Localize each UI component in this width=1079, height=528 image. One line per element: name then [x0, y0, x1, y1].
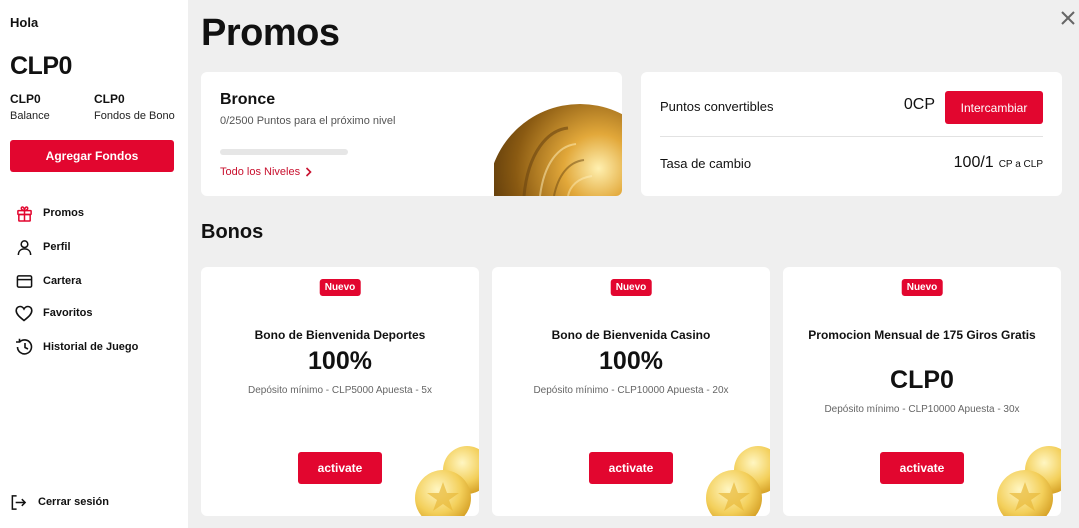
convertible-points-label: Puntos convertibles	[660, 99, 774, 114]
exchange-button[interactable]: Intercambiar	[945, 91, 1043, 124]
user-icon	[14, 237, 34, 257]
sidebar-item-historial[interactable]: Historial de Juego	[14, 337, 138, 357]
tier-card: Bronce 0/2500 Puntos para el próximo niv…	[201, 72, 622, 196]
gold-coins-image	[995, 444, 1061, 516]
sidebar-item-label: Cartera	[43, 275, 82, 287]
new-badge: Nuevo	[319, 279, 361, 296]
gold-coins-image	[704, 444, 770, 516]
bonus-terms: Depósito mínimo - CLP10000 Apuesta - 20x	[533, 385, 729, 396]
activate-button[interactable]: activate	[298, 452, 382, 484]
bonus-title: Bono de Bienvenida Deportes	[254, 328, 426, 342]
chevron-right-icon	[305, 167, 312, 177]
close-icon	[1060, 10, 1076, 31]
points-card: Puntos convertibles 0CP Intercambiar Tas…	[641, 72, 1062, 196]
new-badge: Nuevo	[610, 279, 652, 296]
greeting: Hola	[10, 15, 39, 30]
bonus-funds-value: CLP0	[94, 92, 125, 106]
bonus-title: Bono de Bienvenida Casino	[551, 328, 711, 342]
sidebar-item-favoritos[interactable]: Favoritos	[14, 303, 93, 323]
sidebar-item-label: Favoritos	[43, 307, 93, 319]
balance-value: CLP0	[10, 92, 41, 106]
divider	[660, 136, 1043, 137]
activate-button[interactable]: activate	[880, 452, 964, 484]
tier-progress-bar	[220, 149, 348, 155]
activate-button[interactable]: activate	[589, 452, 673, 484]
exchange-rate-number: 100/1	[953, 154, 994, 171]
bonuses-title: Bonos	[201, 221, 264, 243]
exchange-rate-label: Tasa de cambio	[660, 156, 752, 171]
gold-coins-image	[413, 444, 479, 516]
bonus-amount: 100%	[308, 347, 372, 375]
total-balance: CLP0	[10, 52, 72, 80]
exchange-rate-unit: CP a CLP	[998, 159, 1043, 170]
bonus-card: Nuevo Bono de Bienvenida Deportes 100% D…	[201, 267, 479, 516]
sidebar-item-label: Historial de Juego	[43, 341, 139, 353]
bonus-amount: 100%	[599, 347, 663, 375]
bonus-card: Nuevo Bono de Bienvenida Casino 100% Dep…	[492, 267, 770, 516]
exchange-rate-value: 100/1 CP a CLP	[954, 154, 1043, 172]
new-badge: Nuevo	[901, 279, 943, 296]
close-button[interactable]	[1058, 10, 1078, 30]
tier-points-progress-text: 0/2500 Puntos para el próximo nivel	[220, 115, 396, 127]
history-icon	[14, 337, 34, 357]
balance-label: Balance	[10, 110, 50, 122]
add-funds-button[interactable]: Agregar Fondos	[10, 140, 174, 172]
sidebar-item-cartera[interactable]: Cartera	[14, 271, 82, 291]
bronze-coin-image	[488, 100, 622, 196]
logout-icon	[8, 492, 28, 512]
bonus-terms: Depósito mínimo - CLP10000 Apuesta - 30x	[824, 404, 1020, 415]
balance-block: CLP0 Balance	[10, 92, 50, 122]
sidebar: Hola CLP0 CLP0 Balance CLP0 Fondos de Bo…	[0, 0, 188, 528]
page-title: Promos	[201, 12, 340, 54]
sidebar-item-perfil[interactable]: Perfil	[14, 237, 71, 257]
sidebar-item-label: Promos	[43, 207, 84, 219]
bonus-title: Promocion Mensual de 175 Giros Gratis	[808, 328, 1036, 342]
all-levels-label: Todo los Niveles	[220, 166, 301, 178]
gift-icon	[14, 203, 34, 223]
logout-label: Cerrar sesión	[38, 496, 109, 508]
bonus-terms: Depósito mínimo - CLP5000 Apuesta - 5x	[248, 385, 432, 396]
heart-icon	[14, 303, 34, 323]
sidebar-item-label: Perfil	[43, 241, 71, 253]
convertible-points-value: 0CP	[903, 96, 935, 113]
wallet-icon	[14, 271, 34, 291]
sidebar-item-promos[interactable]: Promos	[14, 203, 84, 223]
tier-name: Bronce	[220, 91, 276, 108]
bonus-amount: CLP0	[890, 366, 954, 394]
bonus-card: Nuevo Promocion Mensual de 175 Giros Gra…	[783, 267, 1061, 516]
bonus-funds-label: Fondos de Bono	[94, 110, 175, 122]
all-levels-link[interactable]: Todo los Niveles	[220, 166, 312, 178]
bonus-funds-block: CLP0 Fondos de Bono	[94, 92, 175, 122]
logout-button[interactable]: Cerrar sesión	[8, 492, 109, 512]
